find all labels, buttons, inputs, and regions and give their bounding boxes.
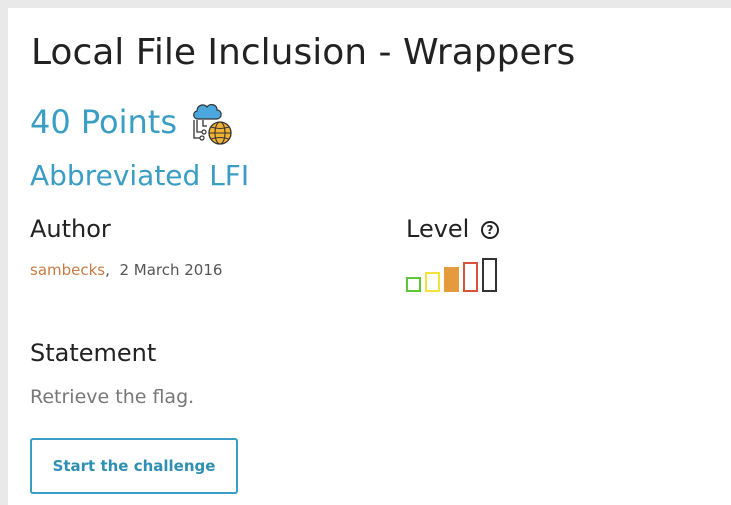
challenge-title: Local File Inclusion - Wrappers [31, 32, 576, 73]
cloud-network-globe-icon [193, 104, 232, 145]
level-bar-3 [444, 267, 459, 292]
author-info: sambecks, 2 March 2016 [30, 260, 222, 280]
publish-date: 2 March 2016 [119, 261, 223, 279]
level-heading: Level [406, 215, 470, 243]
level-help-icon[interactable]: ? [481, 221, 499, 239]
level-bar-5 [482, 258, 497, 292]
statement-heading: Statement [30, 339, 157, 367]
challenge-points: 40 Points [30, 103, 178, 141]
start-challenge-button[interactable]: Start the challenge [30, 438, 238, 494]
left-divider [0, 0, 8, 505]
author-heading: Author [30, 215, 111, 243]
statement-text: Retrieve the flag. [30, 386, 195, 408]
level-bar-4 [463, 262, 478, 292]
challenge-panel [8, 8, 731, 505]
author-separator: , [105, 261, 110, 279]
author-link[interactable]: sambecks [30, 261, 105, 279]
difficulty-level-indicator [406, 258, 497, 292]
level-bar-1 [406, 277, 421, 292]
level-bar-2 [425, 272, 440, 292]
challenge-subtitle: Abbreviated LFI [30, 159, 250, 192]
top-divider [0, 0, 731, 8]
